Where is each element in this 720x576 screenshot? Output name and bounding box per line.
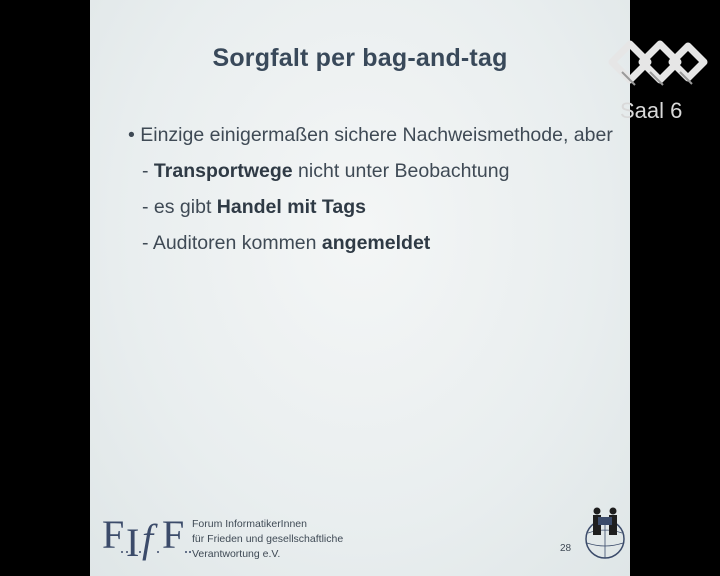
- bullet-sub-handel: - es gibt Handel mit Tags: [128, 194, 613, 230]
- bullet-rest: nicht unter Beobachtung: [292, 160, 510, 182]
- svg-text:F: F: [162, 512, 184, 557]
- bullet-main: • Einzige einigermaßen sichere Nachweism…: [128, 124, 613, 146]
- org-line: Forum InformatikerInnen: [192, 518, 307, 530]
- organization-name: Forum InformatikerInnen für Frieden und …: [192, 517, 343, 562]
- page-number: 28: [560, 543, 572, 554]
- bullet-list: • Einzige einigermaßen sichere Nachweism…: [128, 122, 613, 266]
- bullet-sub-transport: - Transportwege nicht unter Beobachtung: [128, 158, 613, 194]
- svg-text:f: f: [142, 516, 158, 561]
- bullet-sub-auditoren: - Auditoren kommen angemeldet: [128, 230, 613, 266]
- slide-title: Sorgfalt per bag-and-tag: [212, 44, 508, 72]
- org-line: Verantwortung e.V.: [192, 548, 281, 560]
- svg-text:I: I: [126, 520, 139, 565]
- fiff-logo: F I f F: [102, 512, 191, 565]
- presentation-slide: Sorgfalt per bag-and-tag • Einzige einig…: [90, 0, 630, 576]
- svg-text:F: F: [102, 512, 124, 557]
- bullet-bold: Handel mit Tags: [216, 196, 366, 218]
- bullet-prefix: - es gibt: [142, 196, 217, 218]
- channel-label: Saal 6: [620, 98, 683, 123]
- bullet-bold: angemeldet: [321, 232, 431, 254]
- bullet-prefix: - Auditoren kommen: [142, 232, 322, 254]
- bullet-bold: Transportwege: [153, 160, 293, 182]
- fair-computer-logo: [585, 507, 625, 559]
- org-line: für Frieden und gesellschaftliche: [192, 533, 344, 545]
- bullet-prefix: -: [142, 160, 154, 182]
